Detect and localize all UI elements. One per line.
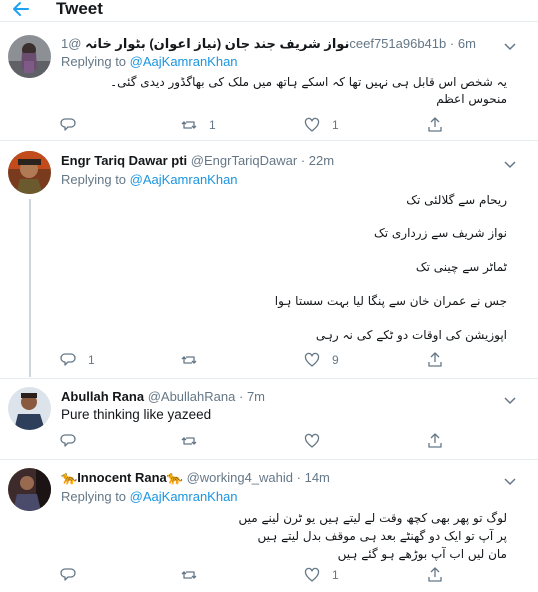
like-count: 9 [332,353,339,367]
share-button[interactable] [427,116,443,134]
reply-button[interactable] [60,566,88,584]
tweet-text-line: لوگ تو پھر بھی کچھ وقت لے لیتے ہیں یو ٹر… [238,511,507,525]
timestamp[interactable]: 14m [305,470,330,485]
tweet-header: 🐆Innocent Rana🐆 @working4_wahid · 14m [61,470,330,486]
replying-to-label: Replying to [61,54,127,69]
heart-icon [304,352,320,368]
share-icon [427,352,443,368]
tweet-header: Abullah Rana @AbullahRana · 7m [61,389,265,405]
retweet-button[interactable]: 1 [181,116,216,134]
share-button[interactable] [427,566,443,584]
tweet-text-line: نواز شریف سے زرداری تک [374,226,507,240]
retweet-button[interactable] [181,432,209,450]
replying-to-label: Replying to [61,489,127,504]
tweet-actions: 1 9 [0,351,538,369]
display-name[interactable]: نواز شریف جند جان (نیاز اعوان) بٹوار خان… [85,36,349,51]
tweet[interactable]: 🐆Innocent Rana🐆 @working4_wahid · 14m Re… [0,461,538,592]
tweet-text-line: اپوزیشن کی اوقات دو ٹکے کی نہ رہی [315,328,507,342]
heart-icon [304,433,320,449]
tweet-text-line: ٹماٹر سے چینی تک [415,260,507,274]
separator-dot: · [300,153,306,168]
display-name[interactable]: Abullah Rana [61,389,144,404]
like-button[interactable]: 1 [304,566,339,584]
like-count: 1 [332,568,339,582]
chevron-down-icon[interactable] [504,473,516,486]
mention-link[interactable]: @AajKamranKhan [130,489,238,504]
timestamp[interactable]: 7m [247,389,265,404]
separator-dot: · [296,470,301,485]
tweet-text: Pure thinking like yazeed [61,407,212,422]
separator-dot: · [449,36,455,51]
retweet-button[interactable] [181,351,209,369]
retweet-icon [181,567,197,583]
avatar[interactable] [8,387,51,430]
heart-icon [304,567,320,583]
retweet-count: 1 [209,118,216,132]
reply-button[interactable]: 1 [60,351,95,369]
tweet[interactable]: Engr Tariq Dawar pti @EngrTariqDawar · 2… [0,142,538,379]
chevron-down-icon[interactable] [504,156,516,169]
retweet-icon [181,352,197,368]
tweet-text-line: مان لیں اب آپ بوڑھے ہو گئے ہیں [337,547,507,561]
separator-dot: · [238,389,244,404]
share-button[interactable] [427,351,443,369]
display-name[interactable]: Engr Tariq Dawar pti [61,153,187,168]
reply-button[interactable] [60,116,88,134]
mention-link[interactable]: @AajKamranKhan [130,54,238,69]
avatar[interactable] [8,35,51,78]
chevron-down-icon[interactable] [504,392,516,405]
tweet[interactable]: Abullah Rana @AbullahRana · 7m Pure thin… [0,380,538,460]
timestamp[interactable]: 22m [309,153,334,168]
like-button[interactable]: 9 [304,351,339,369]
tweet-text-line: منحوس اعظم [436,92,507,106]
tweet-text-line: جس نے عمران خان سے پنگا لیا بہت سستا ہوا [274,294,507,308]
user-handle[interactable]: @AbullahRana [148,389,236,404]
share-icon [427,117,443,133]
heart-icon [304,117,320,133]
top-bar: Tweet [0,0,538,22]
reply-count: 1 [88,353,95,367]
tweet-actions [0,432,538,450]
like-button[interactable] [304,432,332,450]
replying-to: Replying to @AajKamranKhan [61,54,238,69]
retweet-icon [181,117,197,133]
tweet[interactable]: نواز شریف جند جان (نیاز اعوان) بٹوار خان… [0,23,538,141]
tweet-header: Engr Tariq Dawar pti @EngrTariqDawar · 2… [61,153,334,169]
display-name-text: Innocent Rana [77,470,167,485]
leopard-emoji-icon: 🐆 [61,470,78,485]
replying-to: Replying to @AajKamranKhan [61,172,238,187]
share-icon [427,567,443,583]
retweet-icon [181,433,197,449]
reply-icon [60,352,76,368]
page-title: Tweet [56,0,103,18]
share-button[interactable] [427,432,443,450]
replying-to-label: Replying to [61,172,127,187]
user-handle[interactable]: @EngrTariqDawar [191,153,297,168]
tweet-actions: 1 [0,566,538,584]
reply-button[interactable] [60,432,88,450]
avatar[interactable] [8,151,51,194]
share-icon [427,433,443,449]
tweet-text-line: ریحام سے گلالئی تک [406,193,507,207]
tweet-header: نواز شریف جند جان (نیاز اعوان) بٹوار خان… [61,36,476,52]
chevron-down-icon[interactable] [504,38,516,51]
like-button[interactable]: 1 [304,116,339,134]
mention-link[interactable]: @AajKamranKhan [130,172,238,187]
tweet-text-line: یہ شخص اس قابل ہی نہیں تھا کہ اسکے ہاتھ … [110,75,507,89]
avatar[interactable] [8,468,51,511]
tweet-actions: 1 1 [0,116,538,134]
display-name[interactable]: 🐆Innocent Rana🐆 [61,470,183,485]
retweet-button[interactable] [181,566,209,584]
reply-icon [60,433,76,449]
reply-icon [60,567,76,583]
reply-icon [60,117,76,133]
replying-to: Replying to @AajKamranKhan [61,489,238,504]
arrow-left-icon[interactable] [10,0,30,18]
like-count: 1 [332,118,339,132]
tweet-text-line: پر آپ تو ایک دو گھنٹے بعد ہی موقف بدل لی… [257,529,507,543]
user-handle[interactable]: @working4_wahid [187,470,293,485]
timestamp[interactable]: 6m [458,36,476,51]
leopard-emoji-icon: 🐆 [166,470,183,485]
